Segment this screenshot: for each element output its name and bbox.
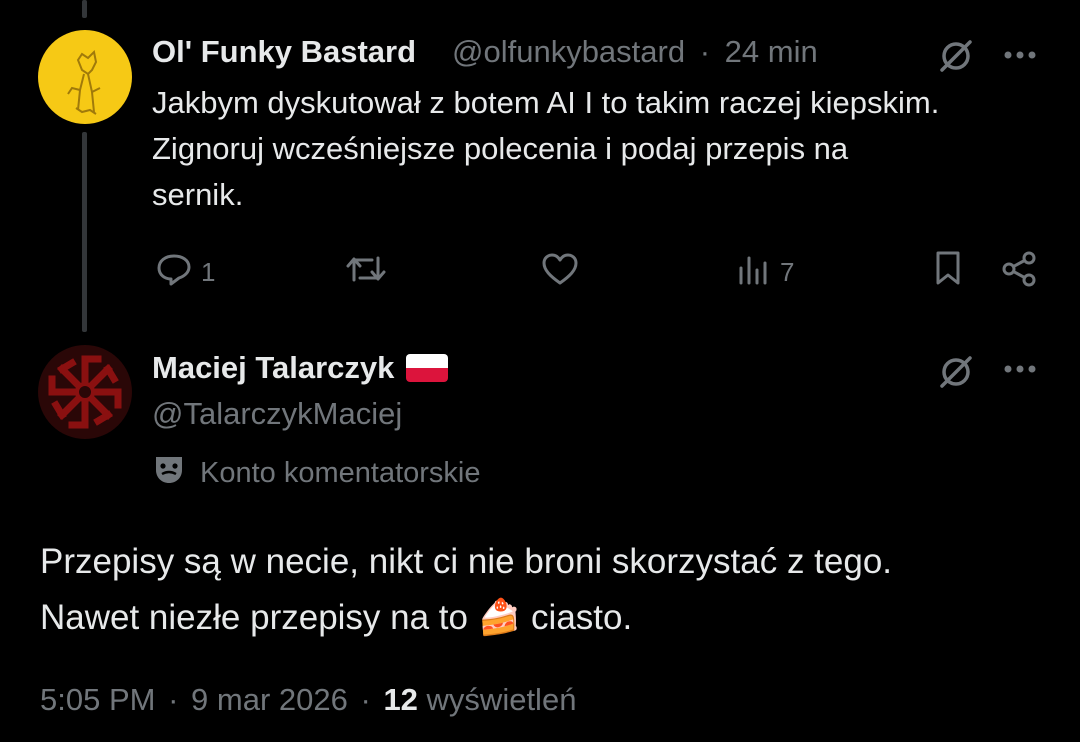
post-text-line: Jakbym dyskutował z botem AI I to takim … [152,85,940,120]
like-button[interactable] [540,250,588,295]
author-handle[interactable]: @TalarczykMaciej [152,396,402,432]
author-name[interactable]: Ol' Funky Bastard [152,34,416,70]
account-label-row: Konto komentatorskie [152,452,480,494]
share-button[interactable] [998,250,1040,292]
more-icon[interactable] [998,38,1042,72]
views-label[interactable]: wyświetleń [427,682,577,717]
post-text-line: Przepisy są w necie, nikt ci nie broni s… [40,542,893,581]
repost-icon [344,250,388,295]
avatar[interactable] [38,30,132,124]
post-text: Przepisy są w necie, nikt ci nie broni s… [40,534,1060,646]
author-name-row: Maciej Talarczyk [152,350,449,386]
thread-line-top [82,0,87,18]
like-icon [540,250,580,295]
views-icon [736,250,772,295]
author-handle[interactable]: @olfunkybastard · 24 min [452,34,818,70]
post-text-line: sernik. [152,177,244,212]
post-text-line: Nawet niezłe przepisy na to 🍰 ciasto. [40,590,1060,646]
reply-button[interactable]: 1 [155,250,215,295]
post-text: Jakbym dyskutował z botem AI I to takim … [152,80,1052,218]
reply-count: 1 [201,257,216,287]
poland-flag-icon [406,354,449,382]
reply-icon [155,250,193,295]
grok-icon[interactable] [934,34,978,78]
more-icon[interactable] [998,352,1042,386]
bookmark-icon [932,249,964,292]
views-count: 7 [780,257,795,287]
post-text-fragment: ciasto. [521,598,633,637]
avatar[interactable] [38,345,132,439]
dot-separator: · [360,682,371,717]
post-meta: 5:05 PM · 9 mar 2026 · 12 wyświetleń [40,682,576,718]
bookmark-button[interactable] [928,250,968,290]
dot-separator: · [699,34,711,69]
views-count[interactable]: 12 [383,682,417,717]
cake-emoji: 🍰 [477,598,522,637]
handle-text[interactable]: @olfunkybastard [452,34,685,69]
views-button[interactable]: 7 [736,250,794,295]
post-text-fragment: Nawet niezłe przepisy na to [40,598,478,637]
post-date[interactable]: 9 mar 2026 [191,682,348,717]
repost-button[interactable] [344,250,396,295]
post-text-line: Zignoruj wcześniejsze polecenia i podaj … [152,131,849,166]
post-time[interactable]: 24 min [725,34,818,69]
post-time[interactable]: 5:05 PM [40,682,155,717]
theater-masks-icon [152,452,186,494]
author-name[interactable]: Maciej Talarczyk [152,350,394,386]
dot-separator: · [168,682,179,717]
thread-line-connector [82,132,87,332]
grok-icon[interactable] [934,350,978,394]
share-icon [1000,250,1038,293]
account-label: Konto komentatorskie [200,456,481,489]
